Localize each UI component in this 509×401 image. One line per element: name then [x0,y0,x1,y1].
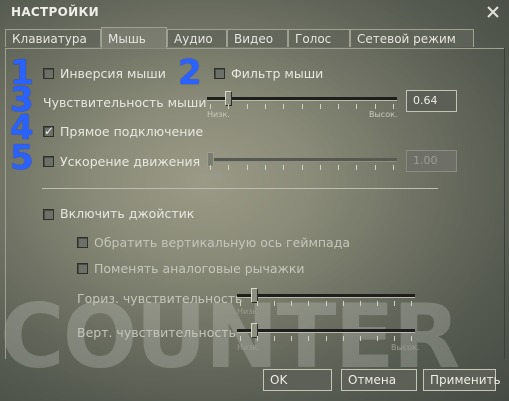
slider-track [207,158,397,162]
slider-tick [343,301,344,306]
joystick-enable-checkbox[interactable] [43,209,54,220]
slider-tick [375,104,376,109]
check-icon: ✓ [44,124,55,138]
slider-tick [308,336,309,341]
slider-tick [394,336,395,341]
slider-tick [265,165,266,170]
close-icon[interactable] [485,4,501,20]
annotation-5: 5 [10,138,34,178]
slider-tick [274,301,275,306]
slider-track [207,97,397,101]
tab-divider [5,48,504,49]
section-divider [42,188,438,189]
slider-tick [326,301,327,306]
ok-button[interactable]: OK [263,369,332,391]
slider-tick [375,165,376,170]
slider-tick [247,165,248,170]
slider-min-label: Низк. [237,307,260,316]
invert-gamepad-axis-checkbox[interactable] [77,237,88,248]
mouse-acceleration-value: 1.00 [406,150,457,172]
slider-min-label: Низк. [207,110,230,119]
vertical-sensitivity-label: Верт. чувствительность [77,325,236,340]
slider-tick [356,165,357,170]
mouse-filter-label: Фильтр мыши [231,66,324,81]
slider-tick [338,165,339,170]
title-bar: НАСТРОЙКИ [0,0,509,26]
slider-min-label: Низк. [237,343,260,352]
tab-mouse[interactable]: Мышь [101,27,167,49]
slider-tick [302,165,303,170]
slider-tick [257,301,258,306]
tab-voice[interactable]: Голос [288,29,350,47]
invert-mouse-checkbox[interactable] [43,68,54,79]
mouse-filter-checkbox[interactable] [214,68,225,79]
tab-label: Клавиатура [12,32,87,46]
slider-tick [210,165,211,170]
joystick-enable-label: Включить джойстик [60,206,195,221]
slider-tick [283,165,284,170]
invert-gamepad-axis-label: Обратить вертикальную ось геймпада [94,235,351,250]
tab-keyboard[interactable]: Клавиатура [5,29,101,47]
slider-tick [338,104,339,109]
slider-tick [320,165,321,170]
tab-label: Сетевой режим [357,32,456,46]
slider-tick [291,301,292,306]
horizontal-sensitivity-label: Гориз. чувствительность [77,291,243,306]
slider-tick [326,336,327,341]
slider-tick [210,104,211,109]
slider-tick [302,104,303,109]
slider-tick [393,165,394,170]
slider-tick [377,336,378,341]
slider-max-label: Высок. [391,343,420,352]
slider-tick [393,104,394,109]
slider-tick [228,104,229,109]
slider-tick [291,336,292,341]
window-title: НАСТРОЙКИ [11,5,99,19]
slider-tick [411,301,412,306]
tab-label: Голос [295,32,332,46]
slider-track [237,329,415,333]
slider-tick [356,104,357,109]
apply-button[interactable]: Применить [423,369,501,391]
slider-track [237,294,415,298]
tab-multiplayer[interactable]: Сетевой режим [350,29,474,47]
slider-tick [394,301,395,306]
raw-input-checkbox[interactable]: ✓ [43,124,55,138]
raw-input-label: Прямое подключение [60,124,204,139]
cancel-button[interactable]: Отмена [341,369,417,391]
slider-tick [274,336,275,341]
tab-video[interactable]: Видео [227,29,288,47]
mouse-sensitivity-label: Чувствительность мыши [43,95,207,110]
invert-mouse-label: Инверсия мыши [60,66,166,81]
slider-tick [257,336,258,341]
slider-tick [320,104,321,109]
slider-tick [377,301,378,306]
slider-tick [247,104,248,109]
slider-tick [228,165,229,170]
swap-sticks-checkbox[interactable] [77,263,88,274]
mouse-sensitivity-value[interactable]: 0.64 [406,90,457,112]
slider-tick [240,336,241,341]
mouse-acceleration-checkbox[interactable] [43,156,54,167]
slider-tick [360,301,361,306]
mouse-acceleration-label: Ускорение движения [60,154,201,169]
swap-sticks-label: Поменять аналоговые рычажки [94,261,305,276]
tab-label: Аудио [174,32,213,46]
slider-tick [360,336,361,341]
slider-tick [240,301,241,306]
tab-audio[interactable]: Аудио [167,29,227,47]
slider-tick [308,301,309,306]
tab-label: Мышь [108,32,146,46]
annotation-2: 2 [178,53,202,93]
slider-tick [283,104,284,109]
slider-tick [411,336,412,341]
tab-label: Видео [234,32,274,46]
slider-tick [343,336,344,341]
slider-max-label: Высок. [369,110,398,119]
slider-min-label: Low [207,171,223,180]
slider-tick [265,104,266,109]
